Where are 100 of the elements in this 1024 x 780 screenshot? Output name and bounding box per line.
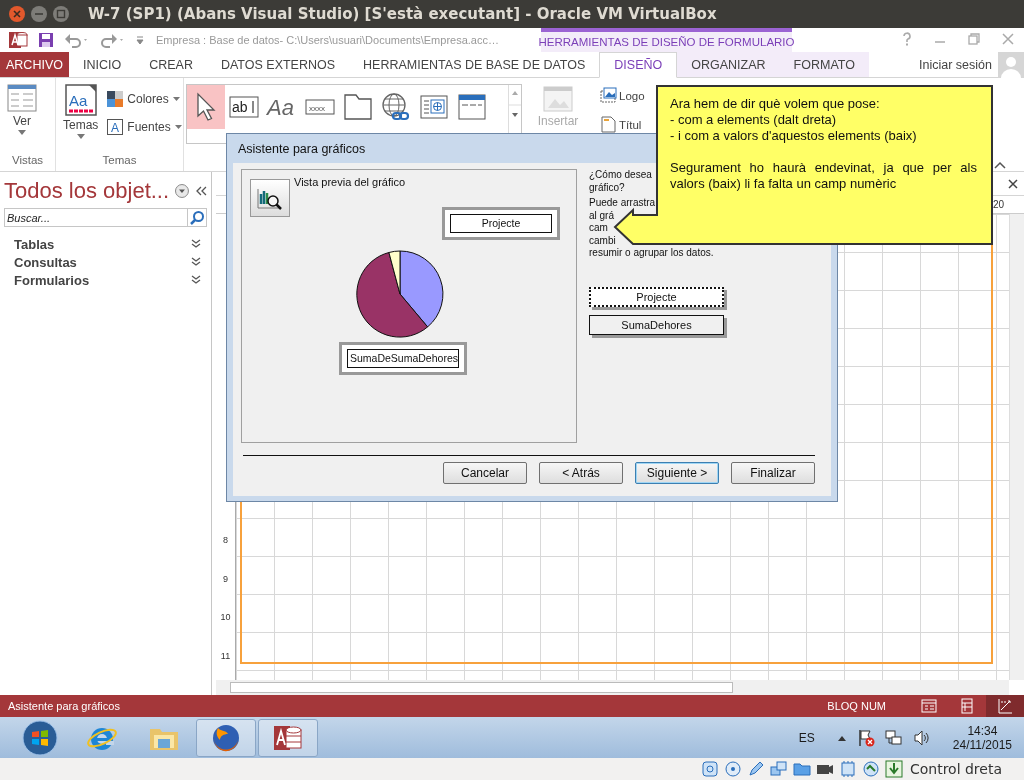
themes-icon[interactable]: Aa: [64, 84, 97, 116]
language-indicator[interactable]: ES: [798, 730, 815, 745]
speaker-icon[interactable]: [912, 728, 931, 747]
dialog-button[interactable]: Siguiente >: [635, 462, 719, 484]
search-field[interactable]: Buscar...: [4, 208, 187, 227]
save-icon[interactable]: [38, 32, 54, 48]
pane-group[interactable]: Consultas: [4, 253, 207, 271]
maximize-icon[interactable]: [52, 5, 70, 23]
dropdown-icon[interactable]: [175, 184, 190, 198]
horizontal-scrollbar[interactable]: [216, 680, 1009, 695]
database-app-icon: [8, 30, 28, 50]
fonts-button[interactable]: A Fuentes: [105, 116, 184, 138]
colors-button[interactable]: Colores: [105, 88, 184, 110]
ribbon-tab[interactable]: CREAR: [135, 52, 207, 77]
ribbon-tab[interactable]: DATOS EXTERNOS: [206, 52, 350, 77]
callout-text: Ara hem de dir què volem que pose:: [670, 96, 881, 112]
ribbon-tab[interactable]: HERRAMIENTAS DE BASE DE DATOS: [349, 52, 600, 77]
text-box-icon: ab: [229, 96, 259, 118]
taskbar-app-button[interactable]: [196, 718, 256, 757]
themes-button[interactable]: Aa Temas: [60, 82, 102, 154]
folder-icon: [792, 760, 811, 778]
pane-title: Todos los objet...: [4, 178, 170, 204]
windows-orb-icon: [22, 719, 58, 756]
preview-label: Vista previa del gráfico: [294, 176, 406, 188]
design-view-icon: [997, 698, 1013, 714]
field-button[interactable]: Projecte: [589, 286, 724, 307]
clock-date[interactable]: 24/11/2015: [952, 737, 1012, 752]
undo-icon[interactable]: [64, 32, 90, 48]
sign-in-link[interactable]: Iniciar sesión: [919, 58, 992, 72]
ribbon-tab[interactable]: FORMATO: [779, 52, 869, 77]
dialog-button[interactable]: Finalizar: [731, 462, 815, 484]
taskbar-app-button[interactable]: [258, 718, 318, 757]
callout-text: - i com a valors d'aquestos elements (baix): [670, 128, 918, 144]
redo-icon[interactable]: [100, 32, 126, 48]
pane-group[interactable]: Formularios: [4, 271, 207, 289]
optical-disc-icon: [723, 760, 742, 778]
navigation-control-icon: [458, 94, 486, 120]
collapse-ribbon-icon[interactable]: [994, 161, 1006, 169]
caret-icon: [76, 134, 85, 139]
layout-view-icon: [959, 698, 975, 714]
document-title: Empresa : Base de datos- C:\Users\usuari\Documents\Empresa.acc…: [156, 34, 499, 46]
instruction-text: resumir o agrupar los datos.: [589, 247, 714, 260]
expand-icon: [191, 257, 201, 267]
network-icon: [769, 760, 788, 778]
view-switch-button[interactable]: [986, 695, 1024, 717]
caret-icon: [172, 97, 180, 101]
group-label: Vistas: [10, 154, 45, 168]
document-icon: [600, 116, 617, 133]
form-view-icon: [7, 84, 37, 112]
collapse-pane-icon[interactable]: [195, 185, 207, 197]
gallery-item[interactable]: xxxx: [301, 85, 339, 129]
gallery-item[interactable]: [187, 85, 225, 129]
value-drop-zone[interactable]: SumaDeSumaDehores: [339, 342, 467, 375]
pen-icon: [746, 760, 765, 778]
callout-text: - com a elements (dalt dreta): [670, 112, 838, 128]
dialog-button[interactable]: Cancelar: [443, 462, 527, 484]
expand-icon: [191, 239, 201, 249]
pointer-icon: [195, 92, 217, 122]
color-swatch-icon: [107, 91, 124, 107]
ruler-number: 8: [222, 534, 229, 548]
logo-icon: [600, 87, 617, 104]
form-view-icon: [921, 698, 937, 714]
restore-icon[interactable]: [968, 32, 980, 46]
category-drop-zone[interactable]: Projecte: [442, 207, 560, 240]
flag-warning-icon[interactable]: [856, 728, 875, 747]
customize-caret-icon[interactable]: [136, 35, 144, 45]
callout-text: Segurament ho haurà endevinat, ja que per als valors (baix) li fa falta un camp numèric: [670, 160, 977, 192]
web-browser-control-icon: [420, 95, 448, 119]
instruction-text: al grá: [589, 209, 614, 222]
view-button[interactable]: Ver: [4, 82, 40, 154]
folder-tab-icon: [344, 94, 372, 120]
help-icon[interactable]: [902, 32, 912, 46]
ruler-number: 20: [992, 199, 1004, 210]
gallery-item[interactable]: Aa: [263, 85, 301, 129]
chip-icon: [838, 760, 857, 778]
network-icon[interactable]: [884, 728, 903, 747]
ribbon-tab[interactable]: ORGANIZAR: [677, 52, 780, 77]
label-icon: Aa: [266, 94, 298, 120]
clock-time[interactable]: 14:34: [967, 723, 998, 738]
ribbon-tab[interactable]: ARCHIVO: [0, 52, 69, 77]
vertical-scrollbar[interactable]: [1009, 214, 1024, 680]
pane-group[interactable]: Tablas: [4, 235, 207, 253]
instruction-text: Puede arrastra: [589, 197, 656, 210]
dialog-button[interactable]: < Atrás: [539, 462, 623, 484]
logo-button[interactable]: Logo: [600, 84, 645, 107]
num-lock-indicator: BLOQ NUM: [827, 700, 886, 712]
ribbon-tab[interactable]: INICIO: [68, 52, 136, 77]
preview-chart-button[interactable]: [250, 179, 290, 217]
host-key-label: Control dreta: [909, 761, 1002, 777]
instruction-text: gráfico?: [589, 181, 625, 194]
close-icon[interactable]: [1008, 178, 1018, 189]
fonts-icon: A: [107, 119, 124, 135]
minimize-icon[interactable]: [30, 5, 48, 23]
window-title: W-7 (SP1) (Abans Visual Studio) [S'està executant] - Oracle VM VirtualBox: [88, 5, 717, 23]
globe-link-icon: [381, 92, 411, 122]
group-label: Temas: [101, 154, 138, 168]
ribbon-tab[interactable]: DISEÑO: [599, 52, 678, 78]
field-button[interactable]: SumaDehores: [589, 314, 724, 335]
gallery-item[interactable]: ab: [225, 85, 263, 129]
context-group-label: HERRAMIENTAS DE DISEÑO DE FORMULARIO: [541, 28, 792, 52]
